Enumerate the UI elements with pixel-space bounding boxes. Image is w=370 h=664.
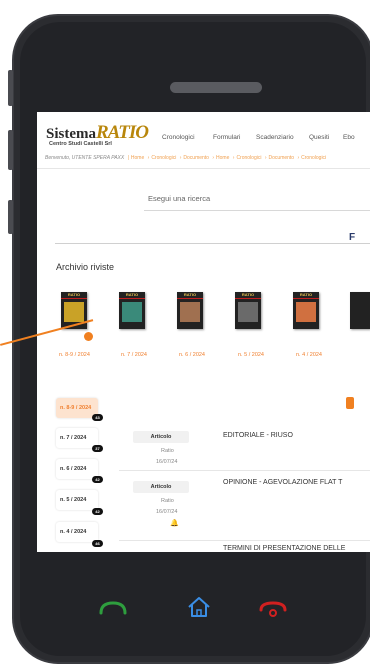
magazine-cover[interactable]: RATIO	[177, 292, 203, 329]
cover-label[interactable]: n. 4 / 2024	[296, 352, 322, 358]
article-date: 16/07/24	[156, 459, 178, 465]
cover-band-label: RATIO	[299, 292, 313, 297]
cover-band-label: RATIO	[183, 292, 197, 297]
phone-speaker	[170, 82, 262, 93]
cut-off-heading: F	[349, 232, 356, 243]
site-header: SistemaRATIO Centro Studi Castelli Srl C…	[37, 112, 370, 169]
issue-count-badge: 42	[92, 508, 103, 515]
cover-band-label: RATIO	[67, 292, 81, 297]
logo-subtitle: Centro Studi Castelli Srl	[49, 141, 112, 147]
search-input[interactable]: Esegui una ricerca	[144, 188, 370, 211]
nav-formulari[interactable]: Formulari	[213, 134, 240, 141]
issue-item[interactable]: n. 6 / 2024	[56, 459, 98, 479]
issue-item[interactable]: n. 4 / 2024	[56, 522, 98, 542]
home-icon[interactable]	[186, 596, 212, 618]
breadcrumb-item[interactable]: Cronologici	[301, 155, 326, 161]
nav-cronologici[interactable]: Cronologici	[162, 134, 195, 141]
issue-count-badge: 46	[92, 540, 103, 547]
cover-label[interactable]: n. 5 / 2024	[238, 352, 264, 358]
divider	[55, 243, 370, 244]
cover-image	[180, 302, 200, 322]
cover-label[interactable]: n. 6 / 2024	[179, 352, 205, 358]
cover-band-label: RATIO	[125, 292, 139, 297]
magazine-cover[interactable]	[350, 292, 370, 329]
breadcrumb-item[interactable]: Documento	[269, 155, 295, 161]
call-icon[interactable]	[98, 598, 128, 618]
archive-title: Archivio riviste	[56, 262, 115, 272]
phone-side-button	[8, 70, 13, 106]
article-title[interactable]: TERMINI DI PRESENTAZIONE DELLE	[223, 545, 345, 552]
magazine-cover[interactable]: RATIO	[235, 292, 261, 329]
cover-image	[296, 302, 316, 322]
cover-image	[122, 302, 142, 322]
issue-count-badge: 43	[92, 414, 103, 421]
breadcrumb-item[interactable]: Cronologici	[236, 155, 261, 161]
cover-band-label: RATIO	[241, 292, 255, 297]
article-source: Ratio	[161, 448, 174, 454]
phone-side-button	[8, 130, 13, 170]
row-divider	[119, 540, 370, 541]
cover-label[interactable]: n. 8-9 / 2024	[59, 352, 90, 358]
breadcrumb-item[interactable]: Documento	[183, 155, 209, 161]
nav-scadenziario[interactable]: Scadenziario	[256, 134, 294, 141]
article-date: 16/07/24	[156, 509, 178, 515]
welcome-text: Benvenuto, UTENTE SPERA PAXX	[45, 155, 125, 161]
issue-item[interactable]: n. 5 / 2024	[56, 490, 98, 510]
callout-dot	[84, 332, 93, 341]
row-divider	[119, 470, 370, 471]
phone-side-button	[8, 200, 13, 234]
article-type-badge: Articolo	[133, 431, 189, 443]
nav-quesiti[interactable]: Quesiti	[309, 134, 329, 141]
issue-count-badge: 37	[92, 445, 103, 452]
cover-image	[238, 302, 258, 322]
nav-ebook[interactable]: Ebo	[343, 134, 355, 141]
issue-count-badge: 42	[92, 476, 103, 483]
breadcrumb-item[interactable]: Cronologici	[151, 155, 176, 161]
article-title[interactable]: OPINIONE - AGEVOLAZIONE FLAT T	[223, 479, 342, 486]
cover-image	[64, 302, 84, 322]
article-source: Ratio	[161, 498, 174, 504]
breadcrumb-item[interactable]: Home	[216, 155, 229, 161]
orange-toggle[interactable]	[346, 397, 354, 409]
logo-ratio: RATIO	[96, 122, 149, 143]
logo-brand: Sistema	[46, 126, 96, 142]
bell-icon[interactable]: 🔔	[170, 519, 179, 527]
breadcrumb-item[interactable]: Home	[131, 155, 144, 161]
magazine-cover[interactable]: RATIO	[119, 292, 145, 329]
magazine-cover[interactable]: RATIO	[293, 292, 319, 329]
issue-item[interactable]: n. 7 / 2024	[56, 428, 98, 448]
article-title[interactable]: EDITORIALE - RIUSO	[223, 432, 293, 439]
cover-label[interactable]: n. 7 / 2024	[121, 352, 147, 358]
article-type-badge: Articolo	[133, 481, 189, 493]
breadcrumb: Benvenuto, UTENTE SPERA PAXX | Home › Cron…	[45, 155, 327, 161]
hangup-icon[interactable]	[258, 598, 288, 620]
